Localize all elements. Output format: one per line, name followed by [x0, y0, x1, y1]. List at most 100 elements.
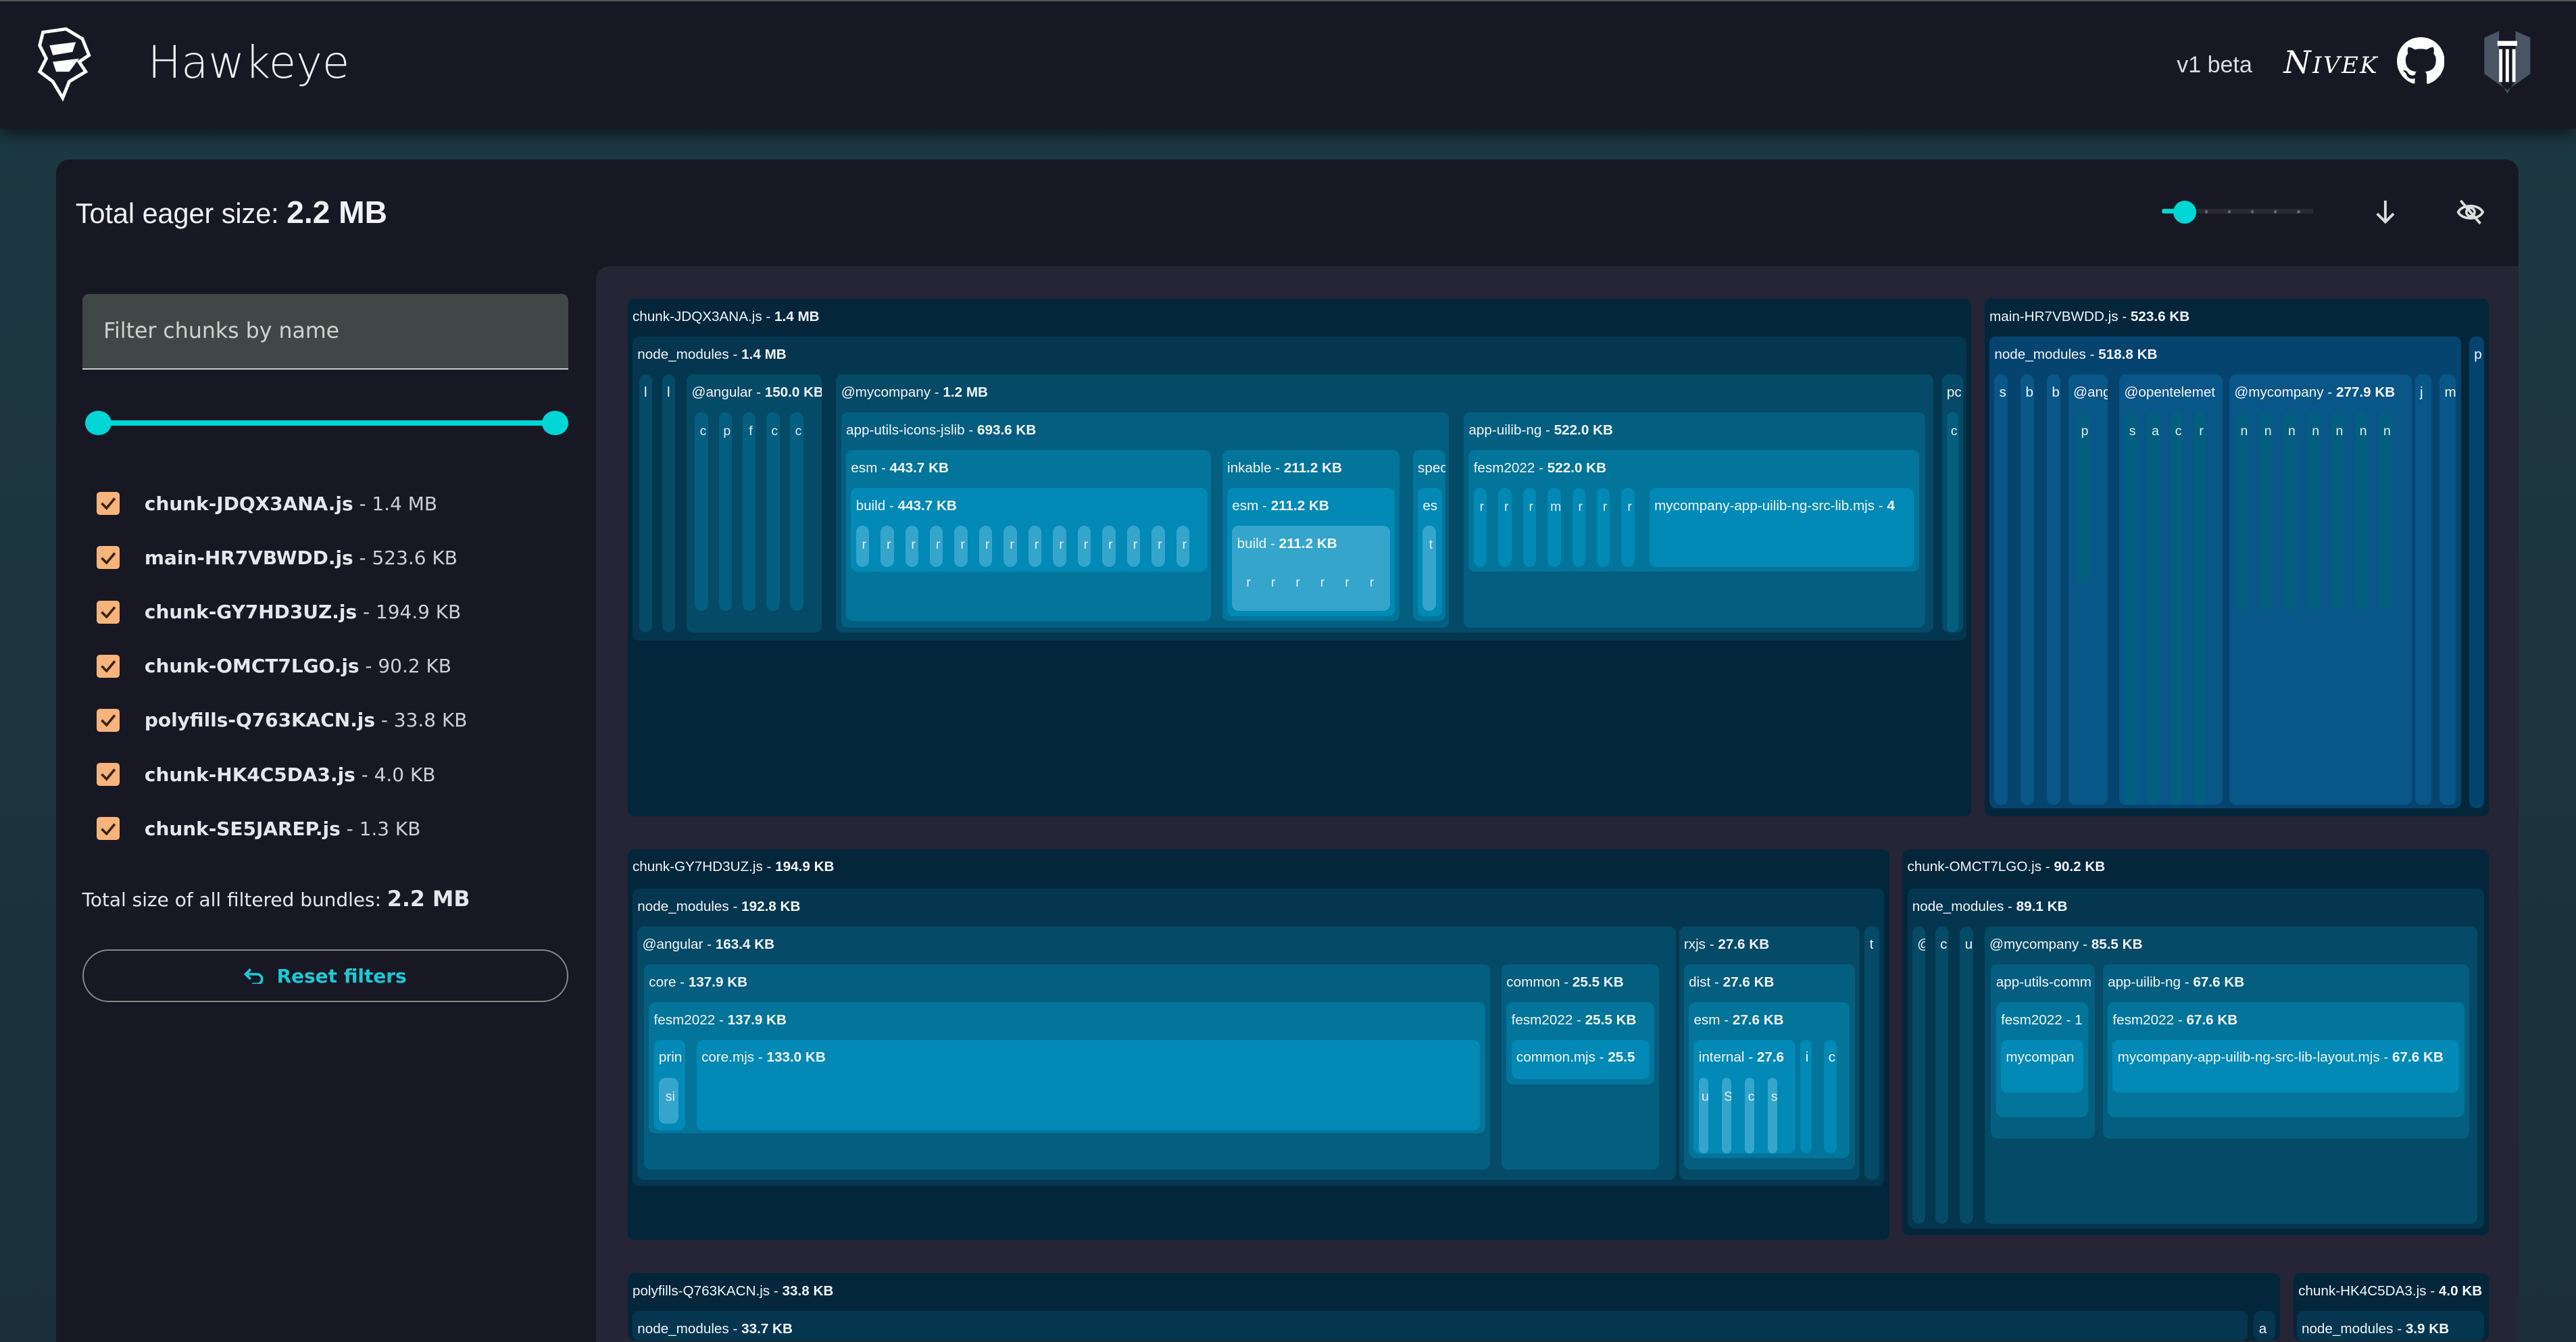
treemap-node[interactable]: j: [2414, 374, 2431, 805]
treemap-node[interactable]: b: [2047, 374, 2060, 805]
chunk-checkbox[interactable]: [97, 546, 120, 570]
treemap-leaf[interactable]: r: [1597, 488, 1610, 567]
treemap-leaf[interactable]: p: [2076, 412, 2090, 585]
treemap-node[interactable]: core.mjs - 133.0 KB: [696, 1039, 1481, 1130]
treemap-node[interactable]: mycompany-app-uilib-ng-src-lib.mjs - 4: [1649, 488, 1914, 567]
treemap-leaf[interactable]: r: [2193, 412, 2206, 805]
treemap-leaf[interactable]: r: [1240, 563, 1254, 607]
slider-handle[interactable]: [2173, 200, 2197, 224]
treemap-leaf[interactable]: t: [1422, 525, 1436, 612]
treemap-leaf[interactable]: u: [1698, 1077, 1709, 1153]
treemap-leaf[interactable]: r: [1473, 488, 1487, 567]
treemap-leaf[interactable]: r: [929, 525, 943, 567]
treemap-leaf[interactable]: r: [954, 525, 968, 567]
treemap-node[interactable]: t: [1864, 926, 1880, 1180]
treemap-leaf[interactable]: s: [2124, 412, 2137, 805]
treemap-leaf[interactable]: r: [1176, 525, 1190, 567]
treemap-leaf[interactable]: c: [766, 412, 780, 612]
treemap-leaf[interactable]: n: [2379, 412, 2392, 612]
treemap-leaf[interactable]: c: [695, 412, 708, 612]
treemap-leaf[interactable]: n: [2283, 412, 2297, 612]
treemap-node[interactable]: p: [2469, 337, 2484, 809]
author-signature[interactable]: NIVEK: [2283, 44, 2379, 80]
chunk-checkbox[interactable]: [97, 817, 120, 841]
chunk-checkbox[interactable]: [97, 763, 120, 787]
treemap-node[interactable]: l: [639, 374, 653, 632]
treemap-leaf[interactable]: S: [1721, 1077, 1732, 1153]
treemap-leaf[interactable]: r: [1077, 525, 1091, 567]
treemap-node[interactable]: @: [1912, 926, 1926, 1224]
depth-slider[interactable]: [2162, 200, 2313, 224]
treemap-leaf[interactable]: r: [1621, 488, 1635, 567]
treemap-leaf[interactable]: r: [1264, 563, 1279, 607]
treemap-leaf[interactable]: r: [1151, 525, 1165, 567]
size-range-slider[interactable]: [85, 409, 569, 436]
treemap-leaf[interactable]: m: [1547, 488, 1561, 567]
treemap-node[interactable]: node_modules - 3.9 KB: [2296, 1311, 2484, 1341]
treemap-leaf[interactable]: n: [2259, 412, 2273, 612]
github-icon[interactable]: [2396, 37, 2445, 85]
treemap-leaf[interactable]: r: [1053, 525, 1066, 567]
treemap-node[interactable]: mycompany-app-uilib-ng-src-lib-layout.mj…: [2112, 1039, 2460, 1093]
treemap-node[interactable]: node_modules - 33.7 KB: [632, 1311, 2248, 1341]
treemap-leaf[interactable]: n: [2331, 412, 2345, 612]
treemap-leaf[interactable]: n: [2354, 412, 2369, 612]
treemap-leaf[interactable]: r: [1363, 563, 1377, 607]
chunk-checkbox[interactable]: [97, 708, 120, 732]
treemap-node[interactable]: common.mjs - 25.5: [1511, 1039, 1650, 1080]
treemap-leaf[interactable]: r: [1126, 525, 1141, 567]
chunk-checkbox[interactable]: [97, 654, 120, 678]
arrow-down-icon[interactable]: [2371, 197, 2400, 227]
chunk-filter-item[interactable]: chunk-OMCT7LGO.js - 90.2 KB: [97, 639, 467, 693]
eye-off-icon[interactable]: [2456, 197, 2485, 227]
treemap-leaf[interactable]: c: [1744, 1077, 1755, 1153]
treemap-leaf[interactable]: r: [856, 525, 870, 567]
chunk-filter-item[interactable]: chunk-JDQX3ANA.js - 1.4 MB: [97, 476, 467, 530]
chunk-filter-item[interactable]: chunk-HK4C5DA3.js - 4.0 KB: [97, 747, 467, 801]
treemap-node[interactable]: m: [2439, 374, 2456, 805]
treemap-leaf[interactable]: si: [658, 1077, 679, 1124]
range-max-handle[interactable]: [542, 410, 569, 436]
treemap-node[interactable]: s: [1994, 374, 2008, 805]
filter-chunks-input[interactable]: [82, 294, 569, 368]
chunk-filter-item[interactable]: polyfills-Q763KACN.js - 33.8 KB: [97, 693, 467, 747]
treemap-leaf[interactable]: a: [2147, 412, 2160, 805]
chunk-checkbox[interactable]: [97, 492, 120, 516]
treemap-node[interactable]: mycompan: [2001, 1039, 2083, 1093]
treemap-leaf[interactable]: r: [905, 525, 918, 567]
treemap-leaf[interactable]: r: [1339, 563, 1352, 607]
chunk-checkbox[interactable]: [97, 600, 120, 624]
treemap-leaf[interactable]: p: [718, 412, 733, 612]
treemap-leaf[interactable]: r: [1498, 488, 1512, 567]
treemap-leaf[interactable]: r: [1572, 488, 1585, 567]
treemap-leaf[interactable]: r: [1289, 563, 1303, 607]
treemap-leaf[interactable]: f: [742, 412, 756, 612]
treemap-leaf[interactable]: r: [979, 525, 993, 567]
treemap-leaf[interactable]: r: [1314, 563, 1328, 607]
treemap-leaf[interactable]: r: [1004, 525, 1017, 567]
treemap-leaf[interactable]: c: [2170, 412, 2183, 805]
reset-filters-button[interactable]: Reset filters: [82, 949, 569, 1002]
chunk-filter-item[interactable]: main-HR7VBWDD.js - 523.6 KB: [97, 530, 467, 585]
treemap-node[interactable]: a: [2254, 1311, 2276, 1341]
treemap-leaf[interactable]: r: [1522, 488, 1537, 567]
treemap-node[interactable]: i: [1800, 1039, 1812, 1153]
treemap-leaf[interactable]: r: [1028, 525, 1042, 567]
treemap-leaf[interactable]: n: [2235, 412, 2250, 612]
treemap-leaf[interactable]: r: [881, 525, 894, 567]
treemap-leaf[interactable]: r: [1102, 525, 1116, 567]
chunk-filter-item[interactable]: chunk-SE5JAREP.js - 1.3 KB: [97, 801, 467, 855]
range-min-handle[interactable]: [85, 410, 112, 436]
hawk-logo[interactable]: [33, 26, 93, 102]
treemap-leaf[interactable]: c: [790, 412, 803, 612]
treemap-node[interactable]: c: [1935, 926, 1949, 1224]
pillar-logo[interactable]: [2479, 30, 2535, 94]
treemap-leaf[interactable]: s: [1767, 1077, 1778, 1153]
chunk-filter-item[interactable]: chunk-GY7HD3UZ.js - 194.9 KB: [97, 585, 467, 639]
treemap-node[interactable]: u: [1960, 926, 1973, 1224]
treemap-node[interactable]: b: [2021, 374, 2034, 805]
treemap-leaf[interactable]: c: [1946, 412, 1958, 632]
treemap-leaf[interactable]: n: [2307, 412, 2321, 612]
treemap-node[interactable]: l: [662, 374, 676, 632]
treemap-node[interactable]: c: [1823, 1039, 1837, 1153]
